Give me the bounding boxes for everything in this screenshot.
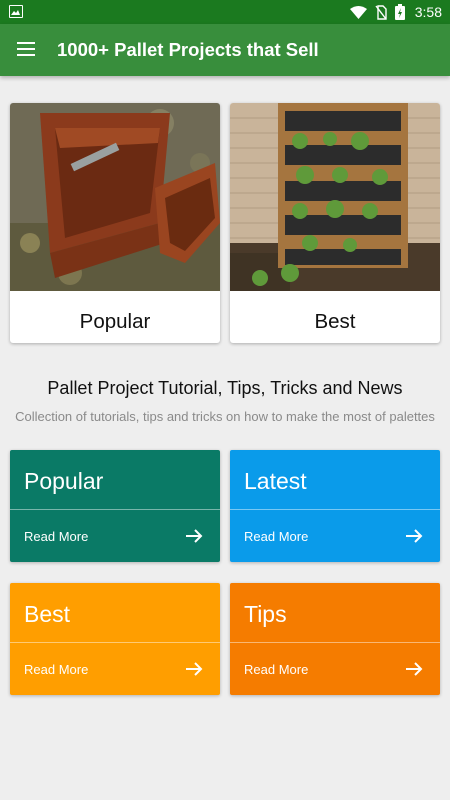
arrow-right-icon[interactable]: [185, 528, 203, 544]
tile-title: Latest: [244, 468, 307, 494]
status-bar: 3:58: [0, 0, 450, 24]
tile-title: Popular: [24, 468, 104, 494]
read-more-link[interactable]: Read More: [24, 529, 88, 544]
featured-card-popular[interactable]: Popular: [10, 103, 220, 343]
status-time: 3:58: [414, 4, 442, 20]
section-heading: Pallet Project Tutorial, Tips, Tricks an…: [47, 378, 403, 398]
tile-divider: [230, 642, 440, 643]
tile-tips[interactable]: Tips Read More: [230, 583, 440, 695]
hamburger-menu-icon[interactable]: [17, 42, 35, 56]
featured-label-popular: Popular: [79, 310, 151, 333]
arrow-right-icon[interactable]: [185, 661, 203, 677]
featured-card-best[interactable]: Best: [230, 103, 440, 343]
tile-title: Tips: [244, 601, 287, 627]
tile-divider: [230, 509, 440, 510]
arrow-right-icon[interactable]: [405, 661, 423, 677]
read-more-link[interactable]: Read More: [244, 662, 308, 677]
tile-title: Best: [24, 601, 71, 627]
tile-divider: [10, 642, 220, 643]
tile-best[interactable]: Best Read More: [10, 583, 220, 695]
read-more-link[interactable]: Read More: [244, 529, 308, 544]
app-title: 1000+ Pallet Projects that Sell: [57, 39, 319, 60]
app-bar: 1000+ Pallet Projects that Sell: [0, 24, 450, 76]
read-more-link[interactable]: Read More: [24, 662, 88, 677]
image-notification-icon: [9, 5, 23, 18]
arrow-right-icon[interactable]: [405, 528, 423, 544]
no-sim-icon: [375, 4, 387, 20]
wifi-icon: [349, 5, 367, 19]
battery-charging-icon: [394, 4, 405, 20]
tile-latest[interactable]: Latest Read More: [230, 450, 440, 562]
tile-popular[interactable]: Popular Read More: [10, 450, 220, 562]
tile-divider: [10, 509, 220, 510]
featured-label-best: Best: [314, 310, 356, 333]
pallet-herb-garden-photo: [230, 103, 440, 291]
section-subheading: Collection of tutorials, tips and tricks…: [15, 409, 435, 424]
wooden-box-photo: [10, 103, 220, 291]
